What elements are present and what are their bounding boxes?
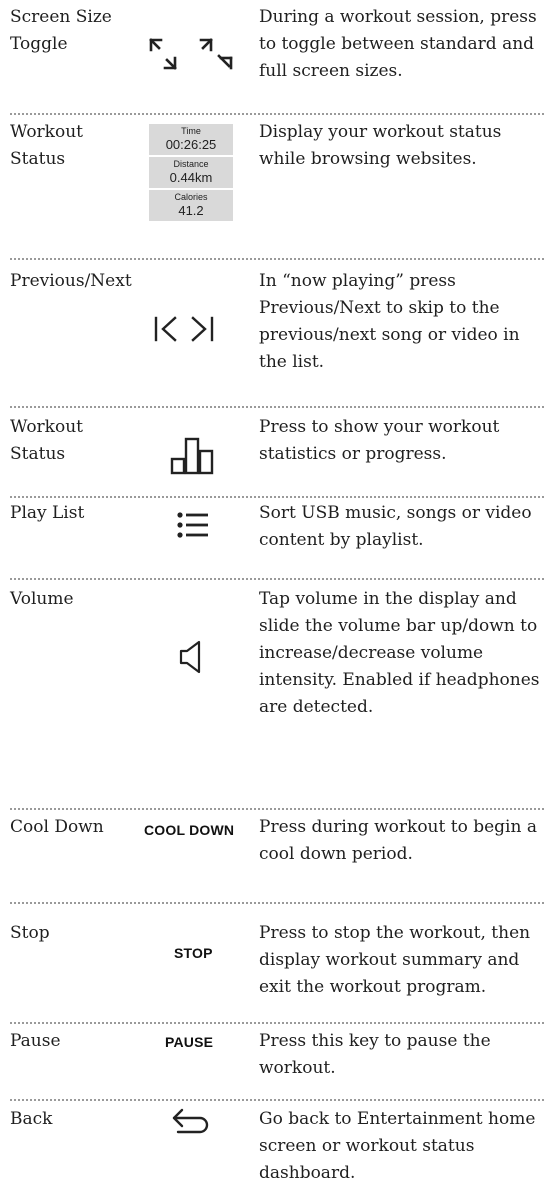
status-distance-value: 0.44km <box>169 170 213 185</box>
row-label-screen-size-toggle: Screen Size Toggle <box>10 7 112 54</box>
row-description-play-list: Sort USB music, songs or video content b… <box>259 503 532 550</box>
row-description-volume: Tap volume in the display and slide the … <box>259 589 540 717</box>
divider <box>10 1099 544 1101</box>
row-description-previous-next: In “now playing” press Previous/Next to … <box>259 271 520 372</box>
status-time-value: 00:26:25 <box>165 137 217 152</box>
row-label-workout-status-2: Workout Status <box>10 417 83 464</box>
cool-down-button-icon: COOL DOWN <box>144 822 235 838</box>
status-time-label: Time <box>181 126 201 136</box>
divider <box>10 578 544 580</box>
status-distance: Distance 0.44km <box>149 157 233 188</box>
row-description-workout-status: Display your workout status while browsi… <box>259 122 502 169</box>
divider <box>10 258 544 260</box>
row-label-stop: Stop <box>10 923 50 943</box>
bar-chart-icon <box>170 437 214 475</box>
row-description-back: Go back to Entertainment home screen or … <box>259 1109 536 1183</box>
divider <box>10 113 544 115</box>
divider <box>10 902 544 904</box>
workout-status-card: Time 00:26:25 Distance 0.44km Calories 4… <box>149 124 233 223</box>
row-description-stop: Press to stop the workout, then display … <box>259 923 531 997</box>
status-time: Time 00:26:25 <box>149 124 233 155</box>
row-label-cool-down: Cool Down <box>10 817 104 837</box>
row-description-screen-size-toggle: During a workout session, press to toggl… <box>259 7 537 81</box>
row-description-cool-down: Press during workout to begin a cool dow… <box>259 817 537 864</box>
stop-button-icon: STOP <box>174 945 213 961</box>
screen-size-toggle-icon <box>149 38 233 70</box>
status-calories-label: Calories <box>174 192 208 202</box>
divider <box>10 808 544 810</box>
list-icon <box>177 512 208 538</box>
previous-next-icon <box>154 316 214 342</box>
status-calories-value: 41.2 <box>178 203 204 218</box>
status-distance-label: Distance <box>173 159 209 169</box>
divider <box>10 1022 544 1024</box>
row-label-previous-next: Previous/Next <box>10 271 132 291</box>
row-label-back: Back <box>10 1109 53 1129</box>
back-arrow-icon <box>172 1108 209 1134</box>
row-label-volume: Volume <box>10 589 74 609</box>
pause-button-icon: PAUSE <box>165 1034 214 1050</box>
speaker-icon <box>179 640 201 674</box>
divider <box>10 496 544 498</box>
row-label-workout-status: Workout Status <box>10 122 83 169</box>
row-label-play-list: Play List <box>10 503 85 523</box>
row-label-pause: Pause <box>10 1031 61 1051</box>
row-description-workout-status-2: Press to show your workout statistics or… <box>259 417 500 464</box>
divider <box>10 406 544 408</box>
row-description-pause: Press this key to pause the workout. <box>259 1031 491 1078</box>
status-calories: Calories 41.2 <box>149 190 233 221</box>
